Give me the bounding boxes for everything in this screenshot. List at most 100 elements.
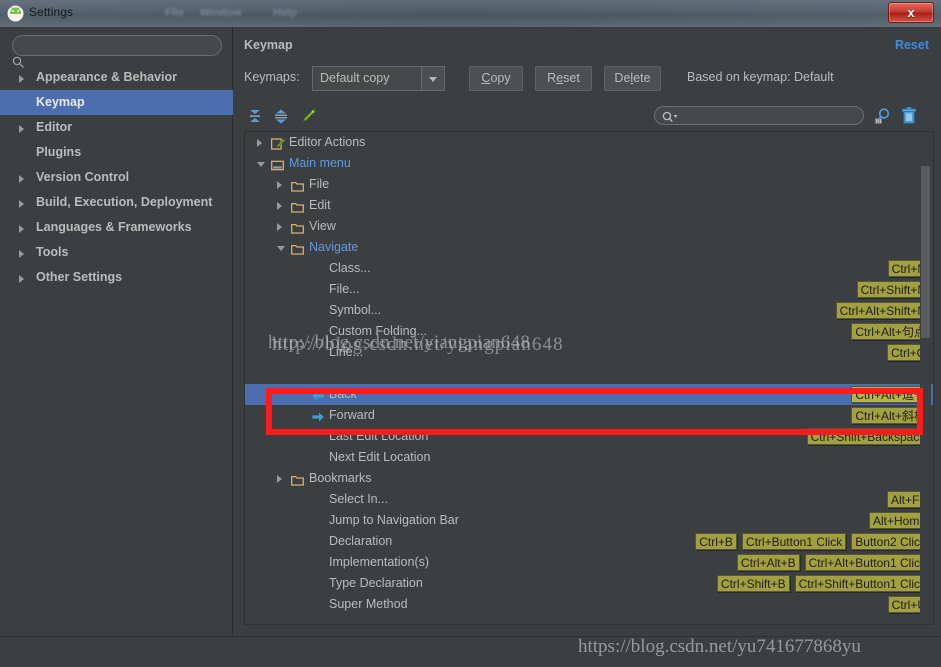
search-dropdown-icon[interactable]: [662, 110, 680, 128]
shortcut-chip[interactable]: Ctrl+Alt+Shift+N: [835, 302, 930, 319]
tree-row-label: Last Edit Location: [329, 429, 429, 443]
chevron-down-icon[interactable]: [277, 246, 285, 251]
window-title: Settings: [29, 5, 74, 19]
tree-row-super-method[interactable]: Super Method Ctrl+U: [245, 594, 933, 615]
tree-scrollbar[interactable]: [920, 134, 931, 624]
chevron-right-icon[interactable]: [19, 200, 24, 208]
sidebar-item-plugins[interactable]: Plugins: [0, 140, 233, 165]
close-button[interactable]: x: [888, 2, 934, 23]
tree-row-file[interactable]: File: [245, 174, 933, 195]
tree-row-jump-to-navigation-bar[interactable]: Jump to Navigation Bar Alt+Home: [245, 510, 933, 531]
sidebar-item-other-settings[interactable]: Other Settings: [0, 265, 233, 290]
chevron-right-icon[interactable]: [277, 475, 282, 483]
chevron-right-icon[interactable]: [19, 250, 24, 258]
edit-pencil-icon[interactable]: [297, 105, 319, 127]
tree-row-label: Main menu: [289, 156, 351, 170]
shortcut-list: Ctrl+Alt+斜杠: [846, 407, 930, 424]
shortcut-chip[interactable]: Ctrl+Alt+Button1 Click: [804, 554, 930, 571]
chevron-right-icon[interactable]: [19, 275, 24, 283]
tree-row-declaration[interactable]: Declaration Ctrl+B Ctrl+Button1 Click Butto…: [245, 531, 933, 552]
sidebar-item-languages-frameworks[interactable]: Languages & Frameworks: [0, 215, 233, 240]
tree-row-view[interactable]: View: [245, 216, 933, 237]
shortcut-chip[interactable]: Ctrl+Shift+Button1 Click: [794, 575, 930, 592]
chevron-right-icon[interactable]: [257, 139, 262, 147]
shortcut-chip[interactable]: Ctrl+Alt+句点: [851, 323, 930, 340]
chevron-right-icon[interactable]: [19, 125, 24, 133]
sidebar-item-version-control[interactable]: Version Control: [0, 165, 233, 190]
find-shortcut-input[interactable]: [654, 106, 864, 125]
tree-row-label: Forward: [329, 408, 375, 422]
tree-row-navigate[interactable]: Navigate: [245, 237, 933, 258]
keymap-toolbar: [244, 103, 934, 129]
shortcut-chip[interactable]: Button2 Click: [851, 533, 930, 550]
tree-row-class[interactable]: Class... Ctrl+N: [245, 258, 933, 279]
tree-row-last-edit-location[interactable]: Last Edit Location Ctrl+Shift+Backspace: [245, 426, 933, 447]
sidebar-search[interactable]: [12, 35, 222, 68]
sidebar-item-label: Editor: [36, 120, 73, 134]
tree-row-type-declaration[interactable]: Type Declaration Ctrl+Shift+B Ctrl+Shift+B…: [245, 573, 933, 594]
shortcut-chip[interactable]: Ctrl+Button1 Click: [741, 533, 847, 550]
shortcut-chip[interactable]: Ctrl+Shift+Backspace: [806, 428, 930, 445]
tree-row-next-edit-location[interactable]: Next Edit Location: [245, 447, 933, 468]
shortcut-chip[interactable]: Ctrl+Alt+B: [736, 554, 800, 571]
delete-button[interactable]: Delete: [604, 66, 661, 91]
sidebar-item-build-execution-deployment[interactable]: Build, Execution, Deployment: [0, 190, 233, 215]
sidebar-item-keymap[interactable]: Keymap: [0, 90, 233, 115]
shortcut-list: Ctrl+Alt+句点: [846, 323, 930, 340]
reset-link[interactable]: Reset: [895, 38, 929, 52]
sidebar-item-appearance-behavior[interactable]: Appearance & Behavior: [0, 65, 233, 90]
keymap-tree[interactable]: Editor Actions Main menu File Edit View Navig…: [244, 131, 934, 625]
shortcut-chip[interactable]: Ctrl+Alt+逗号: [851, 386, 930, 403]
shortcut-list: Ctrl+Alt+B Ctrl+Alt+Button1 Click: [732, 554, 930, 571]
tree-row-symbol[interactable]: Symbol... Ctrl+Alt+Shift+N: [245, 300, 933, 321]
keymap-tree-rows: Editor Actions Main menu File Edit View Navig…: [245, 132, 933, 615]
tree-row-label: Editor Actions: [289, 135, 366, 149]
tree-row-edit[interactable]: Edit: [245, 195, 933, 216]
tree-row-label: Super Method: [329, 597, 408, 611]
sidebar-item-label: Appearance & Behavior: [36, 70, 178, 84]
tree-row-forward[interactable]: Forward Ctrl+Alt+斜杠: [245, 405, 933, 426]
tree-row-file[interactable]: File... Ctrl+Shift+N: [245, 279, 933, 300]
tree-row-line[interactable]: Line... Ctrl+G: [245, 342, 933, 363]
keymaps-label: Keymaps:: [244, 70, 300, 84]
sidebar-list: Appearance & Behavior Keymap Editor Plugins…: [0, 65, 233, 290]
android-studio-icon: [7, 5, 24, 22]
tree-row-main-menu[interactable]: Main menu: [245, 153, 933, 174]
chevron-down-icon[interactable]: [257, 162, 265, 167]
tree-row-spacer-11[interactable]: [245, 363, 933, 384]
page-title: Keymap: [244, 38, 293, 52]
expand-all-icon[interactable]: [244, 105, 266, 127]
tree-scrollbar-thumb[interactable]: [921, 166, 930, 338]
tree-row-bookmarks[interactable]: Bookmarks: [245, 468, 933, 489]
chevron-right-icon[interactable]: [19, 75, 24, 83]
shortcut-chip[interactable]: Ctrl+Shift+N: [856, 281, 930, 298]
tree-row-back[interactable]: Back Ctrl+Alt+逗号: [245, 384, 933, 405]
find-by-shortcut-icon[interactable]: [872, 105, 894, 127]
tree-row-custom-folding[interactable]: Custom Folding... Ctrl+Alt+句点: [245, 321, 933, 342]
sidebar-item-tools[interactable]: Tools: [0, 240, 233, 265]
tree-row-label: Declaration: [329, 534, 393, 548]
tree-row-label: Symbol...: [329, 303, 382, 317]
chevron-right-icon[interactable]: [277, 202, 282, 210]
tree-row-label: Class...: [329, 261, 371, 275]
sidebar-item-label: Other Settings: [36, 270, 123, 284]
shortcut-chip[interactable]: Ctrl+B: [695, 533, 737, 550]
collapse-all-icon[interactable]: [270, 105, 292, 127]
chevron-right-icon[interactable]: [277, 181, 282, 189]
tree-row-select-in[interactable]: Select In... Alt+F1: [245, 489, 933, 510]
sidebar-item-label: Languages & Frameworks: [36, 220, 192, 234]
tree-row-implementation-s[interactable]: Implementation(s) Ctrl+Alt+B Ctrl+Alt+Butt…: [245, 552, 933, 573]
chevron-right-icon[interactable]: [19, 225, 24, 233]
shortcut-chip[interactable]: Ctrl+Shift+B: [716, 575, 790, 592]
chevron-down-icon[interactable]: [421, 67, 444, 90]
copy-button[interactable]: Copy: [469, 66, 523, 91]
chevron-right-icon[interactable]: [277, 223, 282, 231]
reset-button[interactable]: Reset: [535, 66, 592, 91]
sidebar-item-editor[interactable]: Editor: [0, 115, 233, 140]
tree-row-editor-actions[interactable]: Editor Actions: [245, 132, 933, 153]
search-input[interactable]: [12, 35, 222, 56]
clear-trash-icon[interactable]: [898, 105, 920, 127]
chevron-right-icon[interactable]: [19, 175, 24, 183]
shortcut-chip[interactable]: Ctrl+Alt+斜杠: [851, 407, 930, 424]
keymap-select[interactable]: Default copy: [312, 66, 445, 91]
